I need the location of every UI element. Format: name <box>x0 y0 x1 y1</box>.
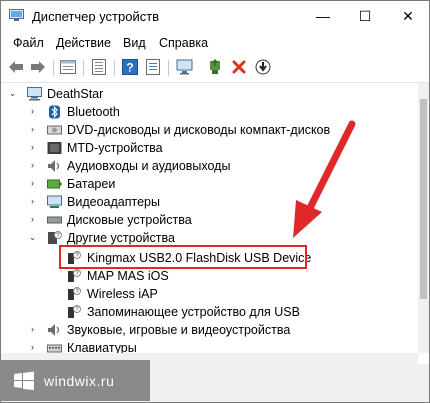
tree-category[interactable]: › Видеоадаптеры <box>1 193 418 211</box>
menu-action[interactable]: Действие <box>56 36 111 50</box>
monitor-scan-icon[interactable] <box>176 58 194 76</box>
expand-icon[interactable]: › <box>28 325 37 334</box>
dvd-drive-icon <box>47 125 62 135</box>
uninstall-icon[interactable] <box>230 58 248 76</box>
disk-drive-icon <box>47 216 62 224</box>
tree-root-label: DeathStar <box>47 87 104 101</box>
device-manager-window: Диспетчер устройств — ☐ ✕ Файл Действие … <box>0 0 430 403</box>
device-manager-app-icon <box>9 9 24 21</box>
watermark: windwix.ru <box>0 360 150 401</box>
tree-category[interactable]: › Дисковые устройства <box>1 211 418 229</box>
expand-icon[interactable]: › <box>28 107 37 116</box>
menu-bar: Файл Действие Вид Справка <box>1 32 429 54</box>
tree-device-label: MAP MAS iOS <box>87 269 169 283</box>
device-tree: ⌄ DeathStar › Bluetooth › DVD-дисководы … <box>1 83 418 353</box>
computer-icon <box>27 87 42 101</box>
tree-category[interactable]: › Батареи <box>1 175 418 193</box>
title-bar: Диспетчер устройств — ☐ ✕ <box>1 1 429 32</box>
minimize-button[interactable]: — <box>302 1 344 32</box>
toolbar-separator <box>53 60 54 76</box>
windows-logo-icon <box>14 371 34 390</box>
tree-category[interactable]: › Bluetooth <box>1 103 418 121</box>
svg-text:?: ? <box>126 61 133 75</box>
forward-arrow-icon[interactable] <box>29 58 47 76</box>
toolbar-separator <box>168 60 169 76</box>
tree-device[interactable]: ? Запоминающее устройство для USB <box>1 303 418 321</box>
view-icon[interactable] <box>90 58 108 76</box>
tree-category[interactable]: › Клавиатуры <box>1 339 418 353</box>
tree-category-label: Bluetooth <box>67 105 120 119</box>
tree-device[interactable]: ? MAP MAS iOS <box>1 267 418 285</box>
tree-device-label: Запоминающее устройство для USB <box>87 305 300 319</box>
tree-category-label: Аудиовходы и аудиовыходы <box>67 159 231 173</box>
expand-icon[interactable]: › <box>28 215 37 224</box>
tree-category-label: Видеоадаптеры <box>67 195 160 209</box>
close-button[interactable]: ✕ <box>387 1 429 32</box>
tree-category[interactable]: › Аудиовходы и аудиовыходы <box>1 157 418 175</box>
keyboard-icon <box>47 344 62 353</box>
sound-icon <box>48 324 60 336</box>
device-list-icon[interactable] <box>144 58 162 76</box>
maximize-button[interactable]: ☐ <box>344 1 386 32</box>
window-title: Диспетчер устройств <box>32 9 160 24</box>
expand-icon[interactable]: › <box>28 179 37 188</box>
tree-device-label: Wireless iAP <box>87 287 158 301</box>
tree-category[interactable]: › DVD-дисководы и дисководы компакт-диск… <box>1 121 418 139</box>
menu-view[interactable]: Вид <box>123 36 146 50</box>
vertical-scrollbar[interactable] <box>418 83 429 353</box>
expand-icon[interactable]: › <box>28 343 37 352</box>
download-icon[interactable] <box>254 58 272 76</box>
properties-icon[interactable] <box>59 58 77 76</box>
mtd-device-icon <box>47 142 62 154</box>
toolbar-separator <box>83 60 84 76</box>
tree-category-label: Батареи <box>67 177 116 191</box>
toolbar-separator <box>114 60 115 76</box>
toolbar: ? <box>1 54 429 83</box>
update-driver-icon[interactable] <box>206 58 224 76</box>
tree-category-label: Другие устройства <box>67 231 175 245</box>
tree-category[interactable]: › Звуковые, игровые и видеоустройства <box>1 321 418 339</box>
unknown-device-icon: ? <box>68 305 81 318</box>
menu-help[interactable]: Справка <box>159 36 208 50</box>
bluetooth-icon <box>49 105 60 119</box>
tree-root[interactable]: ⌄ DeathStar <box>1 85 418 103</box>
tree-category-label: Звуковые, игровые и видеоустройства <box>67 323 291 337</box>
tree-category-label: DVD-дисководы и дисководы компакт-дисков <box>67 123 331 137</box>
watermark-text: windwix.ru <box>44 373 115 389</box>
tree-category-label: Дисковые устройства <box>67 213 192 227</box>
video-adapter-icon <box>47 195 62 208</box>
tree-category-label: MTD-устройства <box>67 141 163 155</box>
expand-icon[interactable]: › <box>28 161 37 170</box>
battery-icon <box>47 179 62 189</box>
scrollbar-thumb[interactable] <box>420 99 427 299</box>
unknown-device-icon: ? <box>48 231 62 244</box>
tree-category-label: Клавиатуры <box>67 341 137 353</box>
unknown-device-icon: ? <box>68 269 81 282</box>
back-arrow-icon[interactable] <box>7 58 25 76</box>
expand-icon[interactable]: › <box>28 125 37 134</box>
audio-icon <box>48 160 60 172</box>
unknown-device-icon: ? <box>68 287 81 300</box>
tree-device[interactable]: ? Wireless iAP <box>1 285 418 303</box>
collapse-icon[interactable]: ⌄ <box>8 89 17 98</box>
expand-icon[interactable]: › <box>28 197 37 206</box>
annotation-highlight-box <box>59 245 307 269</box>
expand-icon[interactable]: › <box>28 143 37 152</box>
menu-file[interactable]: Файл <box>13 36 44 50</box>
collapse-icon[interactable]: ⌄ <box>28 233 37 242</box>
tree-category[interactable]: › MTD-устройства <box>1 139 418 157</box>
help-icon[interactable]: ? <box>121 58 139 76</box>
